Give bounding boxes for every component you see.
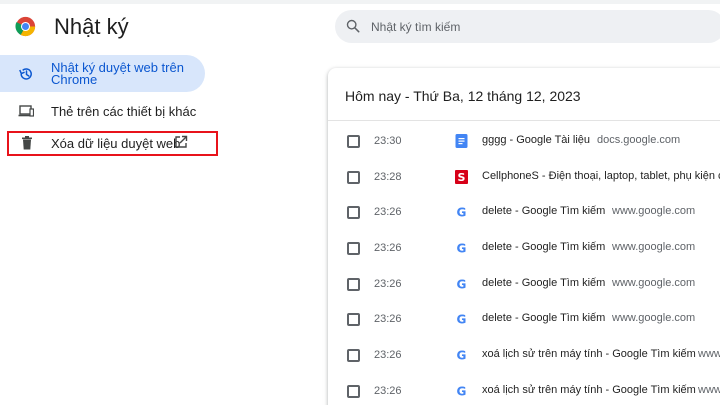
history-row[interactable]: 23:26 G delete - Google Tìm kiếm www.goo… [328,231,720,267]
history-date-heading: Hôm nay - Thứ Ba, 12 tháng 12, 2023 [345,88,581,104]
page-domain: www.google.com [612,205,696,217]
page-link[interactable]: xoá lịch sử trên máy tính - Google Tìm k… [482,348,696,360]
row-checkbox[interactable] [347,313,360,326]
page-domain: www.google.com [612,241,696,253]
sidebar-item-history[interactable]: Nhật ký duyệt web trên Chrome [0,55,205,92]
google-icon: G [457,385,467,398]
google-icon: G [457,242,467,255]
page-domain: docs.google.com [597,134,681,146]
sidebar-item-other-devices[interactable]: Thẻ trên các thiết bị khác [0,100,200,122]
sidebar-item-label: Thẻ trên các thiết bị khác [51,104,197,119]
visit-time: 23:26 [374,278,402,290]
svg-text:G: G [457,206,467,219]
history-row[interactable]: 23:30 gggg - Google Tài liệu docs.google… [328,124,720,160]
window-top-edge [0,0,720,4]
visit-time: 23:28 [374,171,402,183]
sidebar-item-label: Nhật ký duyệt web trên Chrome [51,60,184,87]
history-icon [19,68,32,80]
history-row[interactable]: 23:26 G delete - Google Tìm kiếm www.goo… [328,267,720,303]
google-docs-icon [455,134,468,148]
row-checkbox[interactable] [347,385,360,398]
page-link[interactable]: delete - Google Tìm kiếm [482,277,605,289]
search-icon [346,19,360,33]
visit-time: 23:26 [374,206,402,218]
row-checkbox[interactable] [347,278,360,291]
page-link[interactable]: xoá lịch sử trên máy tính - Google Tìm k… [482,384,696,396]
svg-text:G: G [457,313,467,326]
history-row[interactable]: 23:28 S CellphoneS - Điện thoại, laptop,… [328,160,720,196]
svg-text:G: G [457,385,467,398]
row-checkbox[interactable] [347,171,360,184]
page-title: Nhật ký [54,14,129,39]
page-domain: www.google.com [612,312,696,324]
google-icon: G [457,278,467,291]
history-row[interactable]: 23:26 G delete - Google Tìm kiếm www.goo… [328,195,720,231]
row-checkbox[interactable] [347,206,360,219]
visit-time: 23:26 [374,313,402,325]
svg-text:G: G [457,278,467,291]
svg-text:G: G [457,242,467,255]
search-input[interactable] [371,10,711,43]
google-icon: G [457,313,467,326]
page-link[interactable]: delete - Google Tìm kiếm [482,205,605,217]
devices-icon [18,105,34,117]
svg-text:G: G [457,349,467,362]
svg-text:S: S [458,171,466,184]
visit-time: 23:26 [374,385,402,397]
cellphones-icon: S [455,170,468,184]
chrome-logo-icon [15,16,36,37]
visit-time: 23:26 [374,349,402,361]
page-domain: www.google.com [698,348,720,360]
page-link[interactable]: delete - Google Tìm kiếm [482,312,605,324]
divider [328,120,720,121]
page-link[interactable]: delete - Google Tìm kiếm [482,241,605,253]
page-domain: www.google.com [698,384,720,396]
history-card: Hôm nay - Thứ Ba, 12 tháng 12, 2023 23:3… [328,68,720,405]
highlight-annotation-box [7,131,218,156]
google-icon: G [457,206,467,219]
page-domain: www.google.com [612,277,696,289]
row-checkbox[interactable] [347,349,360,362]
visit-time: 23:26 [374,242,402,254]
row-checkbox[interactable] [347,135,360,148]
history-row[interactable]: 23:26 G xoá lịch sử trên máy tính - Goog… [328,374,720,405]
page-link[interactable]: gggg - Google Tài liệu [482,134,590,146]
google-icon: G [457,349,467,362]
history-row[interactable]: 23:26 G xoá lịch sử trên máy tính - Goog… [328,338,720,374]
row-checkbox[interactable] [347,242,360,255]
history-row[interactable]: 23:26 G delete - Google Tìm kiếm www.goo… [328,302,720,338]
search-bar[interactable] [335,10,720,43]
page-link[interactable]: CellphoneS - Điện thoại, laptop, tablet,… [482,170,720,182]
visit-time: 23:30 [374,135,402,147]
